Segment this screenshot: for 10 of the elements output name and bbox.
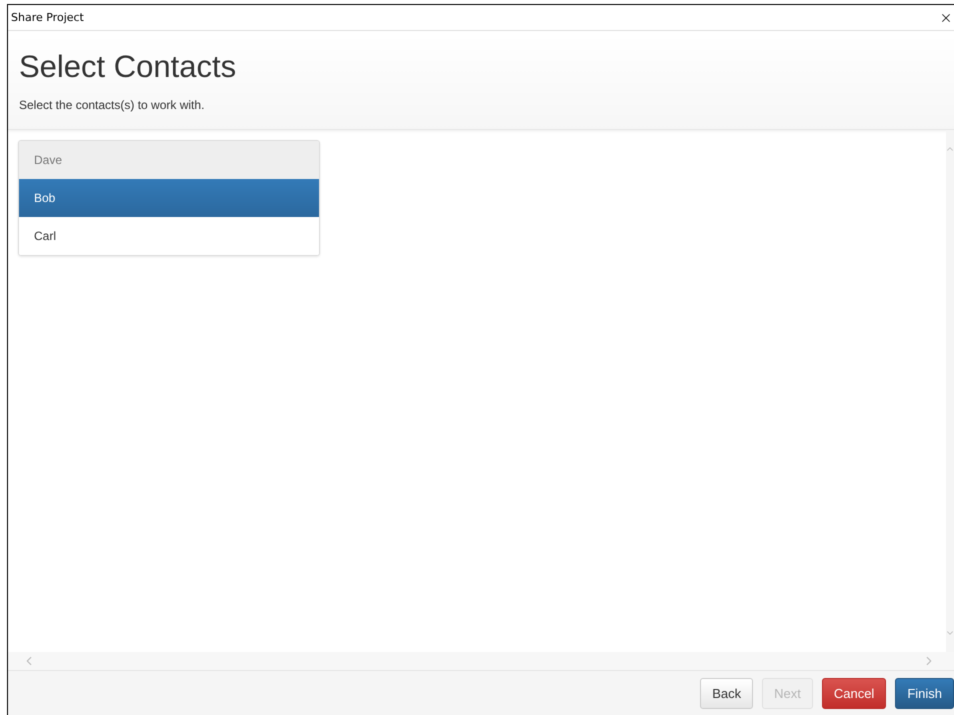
- contact-item[interactable]: Carl: [19, 217, 319, 255]
- window-title: Share Project: [11, 11, 84, 24]
- page-title: Select Contacts: [19, 49, 238, 85]
- page-subtitle: Select the contacts(s) to work with.: [19, 98, 206, 112]
- footer-button[interactable]: Finish: [895, 678, 954, 708]
- horizontal-scrollbar[interactable]: [8, 652, 954, 670]
- footer-button[interactable]: Cancel: [822, 678, 886, 708]
- footer-button[interactable]: Back: [700, 678, 754, 708]
- vertical-scrollbar[interactable]: [946, 130, 954, 652]
- contact-item[interactable]: Bob: [19, 179, 319, 217]
